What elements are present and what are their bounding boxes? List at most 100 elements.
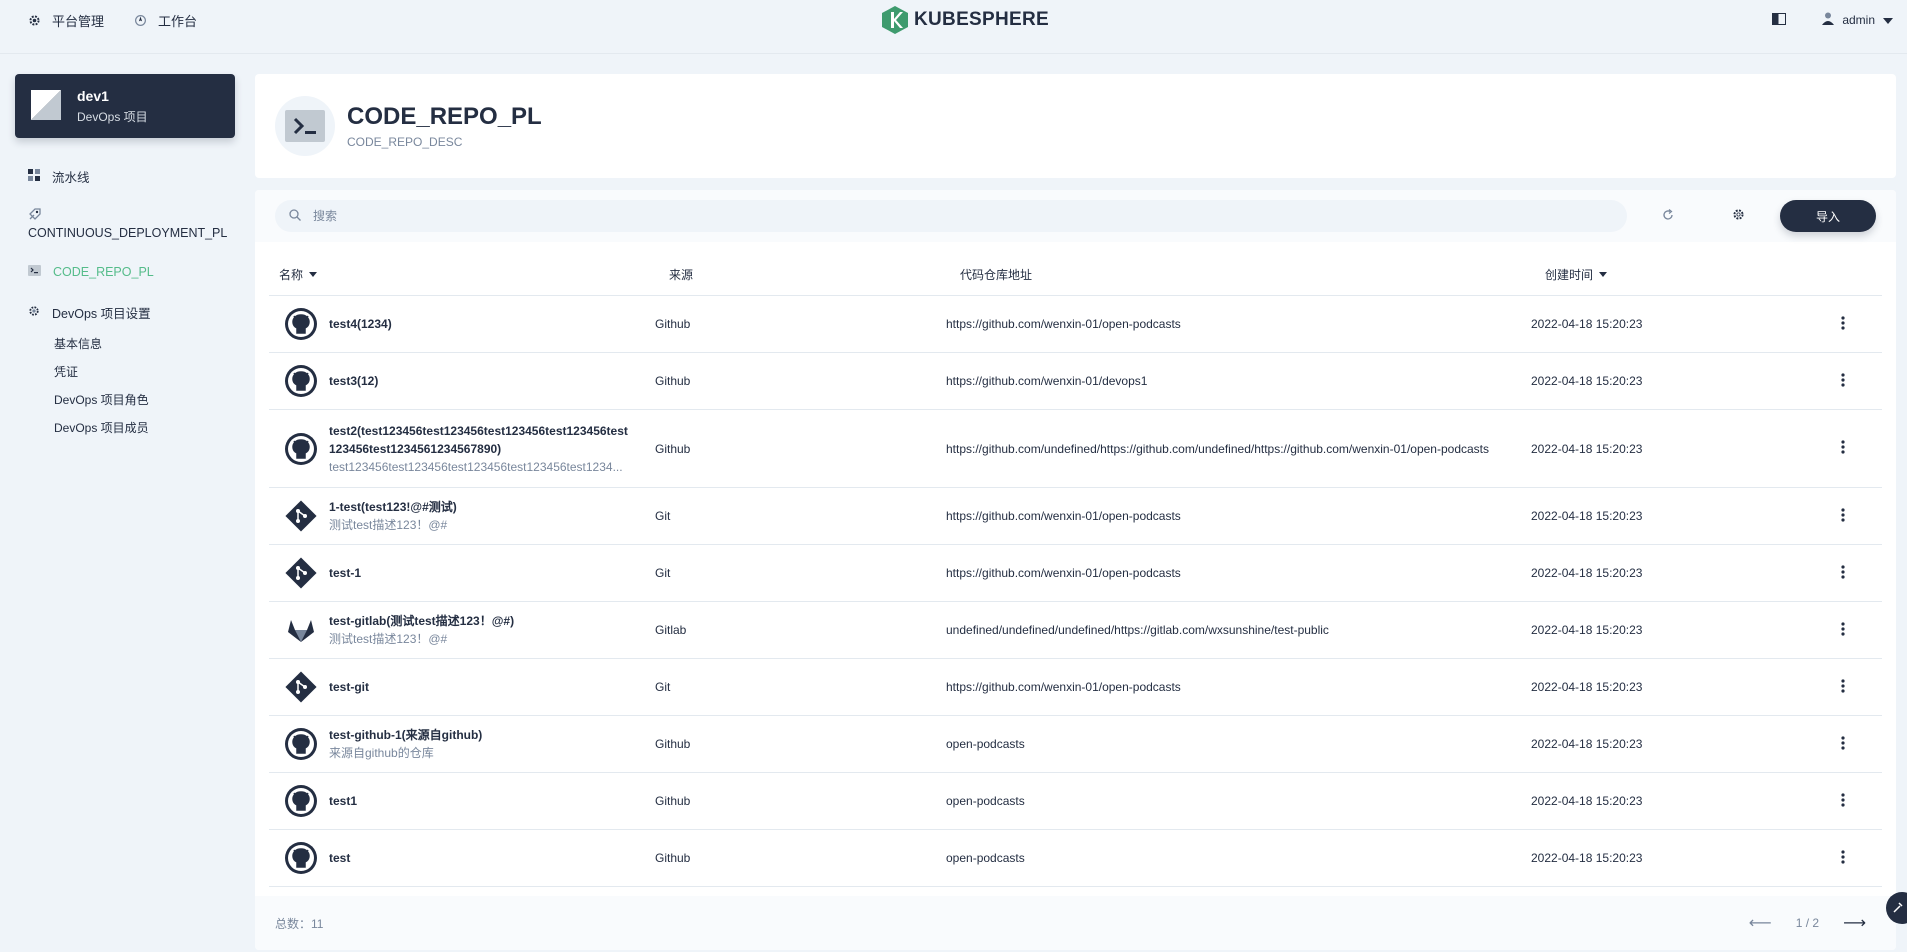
user-menu[interactable]: admin [1822,12,1893,28]
repo-name[interactable]: 1-test(test123!@#测试) [329,498,457,516]
sort-caret-icon[interactable] [309,271,318,277]
settings-button[interactable] [1725,203,1751,229]
project-logo-icon [31,89,61,123]
kubesphere-logo-icon [882,6,908,34]
cell-url: https://github.com/wenxin-01/devops1 [946,374,1148,388]
table-row[interactable]: test Github open-podcasts 2022-04-18 15:… [269,830,1882,887]
cell-url: open-podcasts [946,737,1025,751]
more-actions-button[interactable] [1833,659,1853,715]
cell-source: Github [655,851,691,865]
cell-created: 2022-04-18 15:20:23 [1531,794,1643,808]
table-row[interactable]: test-git Git https://github.com/wenxin-0… [269,659,1882,716]
sidebar-sub-basic-info[interactable]: 基本信息 [0,329,245,357]
total-count: 总数：11 [275,916,324,931]
table-row[interactable]: test-github-1(来源自github) 来源自github的仓库 Gi… [269,716,1882,773]
column-source: 来源 [669,252,693,296]
cell-source: Git [655,566,671,580]
repo-name-block: test4(1234) [329,315,392,333]
repo-name[interactable]: test-github-1(来源自github) [329,726,482,744]
sort-caret-icon[interactable] [1599,271,1608,277]
cell-source: Gitlab [655,623,687,637]
more-actions-button[interactable] [1833,353,1853,409]
sidebar-item-pipeline[interactable]: 流水线 [0,163,245,189]
prev-page-icon[interactable]: ⟵ [1749,913,1772,933]
sidebar-item-label: CODE_REPO_PL [53,265,154,279]
table-row[interactable]: test2(test123456test123456test123456test… [269,410,1882,488]
next-page-icon[interactable]: ⟶ [1843,913,1866,933]
more-actions-button[interactable] [1833,716,1853,772]
column-created-label: 创建时间 [1545,267,1594,282]
more-actions-button[interactable] [1833,830,1853,886]
repo-name[interactable]: test-1 [329,564,361,582]
git-icon [285,671,317,703]
more-actions-button[interactable] [1833,602,1853,658]
column-name[interactable]: 名称 [279,252,318,296]
repo-name-block: test3(12) [329,372,378,390]
github-icon [285,432,317,465]
cell-url: open-podcasts [946,794,1025,808]
project-card[interactable]: dev1 DevOps 项目 [15,74,235,138]
gear-icon [28,305,40,320]
github-icon [285,365,317,397]
table-header: 名称 来源 代码仓库地址 创建时间 [269,252,1882,296]
sidebar-sub-project-members[interactable]: DevOps 项目成员 [0,413,245,441]
cell-source: Github [655,374,691,388]
table-row[interactable]: test4(1234) Github https://github.com/we… [269,296,1882,353]
sidebar-sub-project-roles[interactable]: DevOps 项目角色 [0,385,245,413]
cell-name: test-github-1(来源自github) 来源自github的仓库 [285,716,645,772]
cell-created: 2022-04-18 15:20:23 [1531,509,1643,523]
repo-name[interactable]: test2(test123456test123456test123456test… [329,422,629,458]
repo-name[interactable]: test-gitlab(测试test描述123！@#) [329,612,514,630]
more-actions-button[interactable] [1833,410,1853,487]
search-box[interactable] [275,200,1627,232]
more-actions-button[interactable] [1833,488,1853,544]
repo-name[interactable]: test [329,849,350,867]
more-actions-button[interactable] [1833,773,1853,829]
workbench-icon [132,12,148,28]
git-icon [285,557,317,589]
project-name: dev1 [77,87,109,104]
more-vertical-icon [1841,678,1845,696]
cell-created: 2022-04-18 15:20:23 [1531,374,1643,388]
repo-name[interactable]: test1 [329,792,357,810]
nav-workbench-label: 工作台 [158,13,198,29]
nav-platform-management[interactable]: 平台管理 [26,12,105,29]
table-row[interactable]: test3(12) Github https://github.com/wenx… [269,353,1882,410]
repo-name[interactable]: test3(12) [329,372,378,390]
sidebar-item-label: CONTINUOUS_DEPLOYMENT_PL [28,226,228,240]
project-type: DevOps 项目 [77,109,148,124]
cell-created: 2022-04-18 15:20:23 [1531,623,1643,637]
table-row[interactable]: test-gitlab(测试test描述123！@#) 测试test描述123！… [269,602,1882,659]
repo-name[interactable]: test4(1234) [329,315,392,333]
more-vertical-icon [1841,564,1845,582]
table-row[interactable]: test-1 Git https://github.com/wenxin-01/… [269,545,1882,602]
nav-platform-management-label: 平台管理 [52,13,105,29]
import-button[interactable]: 导入 [1780,200,1876,232]
column-created[interactable]: 创建时间 [1545,252,1608,296]
more-actions-button[interactable] [1833,296,1853,352]
doc-icon[interactable] [1772,12,1787,28]
sidebar-item-label: DevOps 项目设置 [52,306,151,321]
repo-name[interactable]: test-git [329,678,369,696]
sidebar-sub-credentials[interactable]: 凭证 [0,357,245,385]
column-url: 代码仓库地址 [960,252,1032,296]
table-row[interactable]: 1-test(test123!@#测试) 测试test描述123！@# Git … [269,488,1882,545]
nav-workbench[interactable]: 工作台 [132,12,198,29]
refresh-button[interactable] [1655,203,1681,229]
sidebar-item-continuous-deployment[interactable]: CONTINUOUS_DEPLOYMENT_PL [0,201,245,247]
sidebar-item-code-repo[interactable]: CODE_REPO_PL [0,259,245,285]
kubesphere-logo[interactable]: KUBESPHERE [882,6,1049,34]
rocket-icon [28,208,41,224]
terminal-icon [28,265,41,279]
cell-source: Github [655,317,691,331]
cell-url: open-podcasts [946,851,1025,865]
cell-url: https://github.com/undefined/https://git… [946,441,1490,456]
page-indicator: 1 / 2 [1795,916,1820,930]
more-actions-button[interactable] [1833,545,1853,601]
table-row[interactable]: test1 Github open-podcasts 2022-04-18 15… [269,773,1882,830]
cell-name: test2(test123456test123456test123456test… [285,410,645,487]
search-input[interactable] [313,209,1513,223]
sidebar-item-devops-settings[interactable]: DevOps 项目设置 [0,299,245,325]
github-icon [285,785,317,817]
user-icon [1822,12,1835,28]
